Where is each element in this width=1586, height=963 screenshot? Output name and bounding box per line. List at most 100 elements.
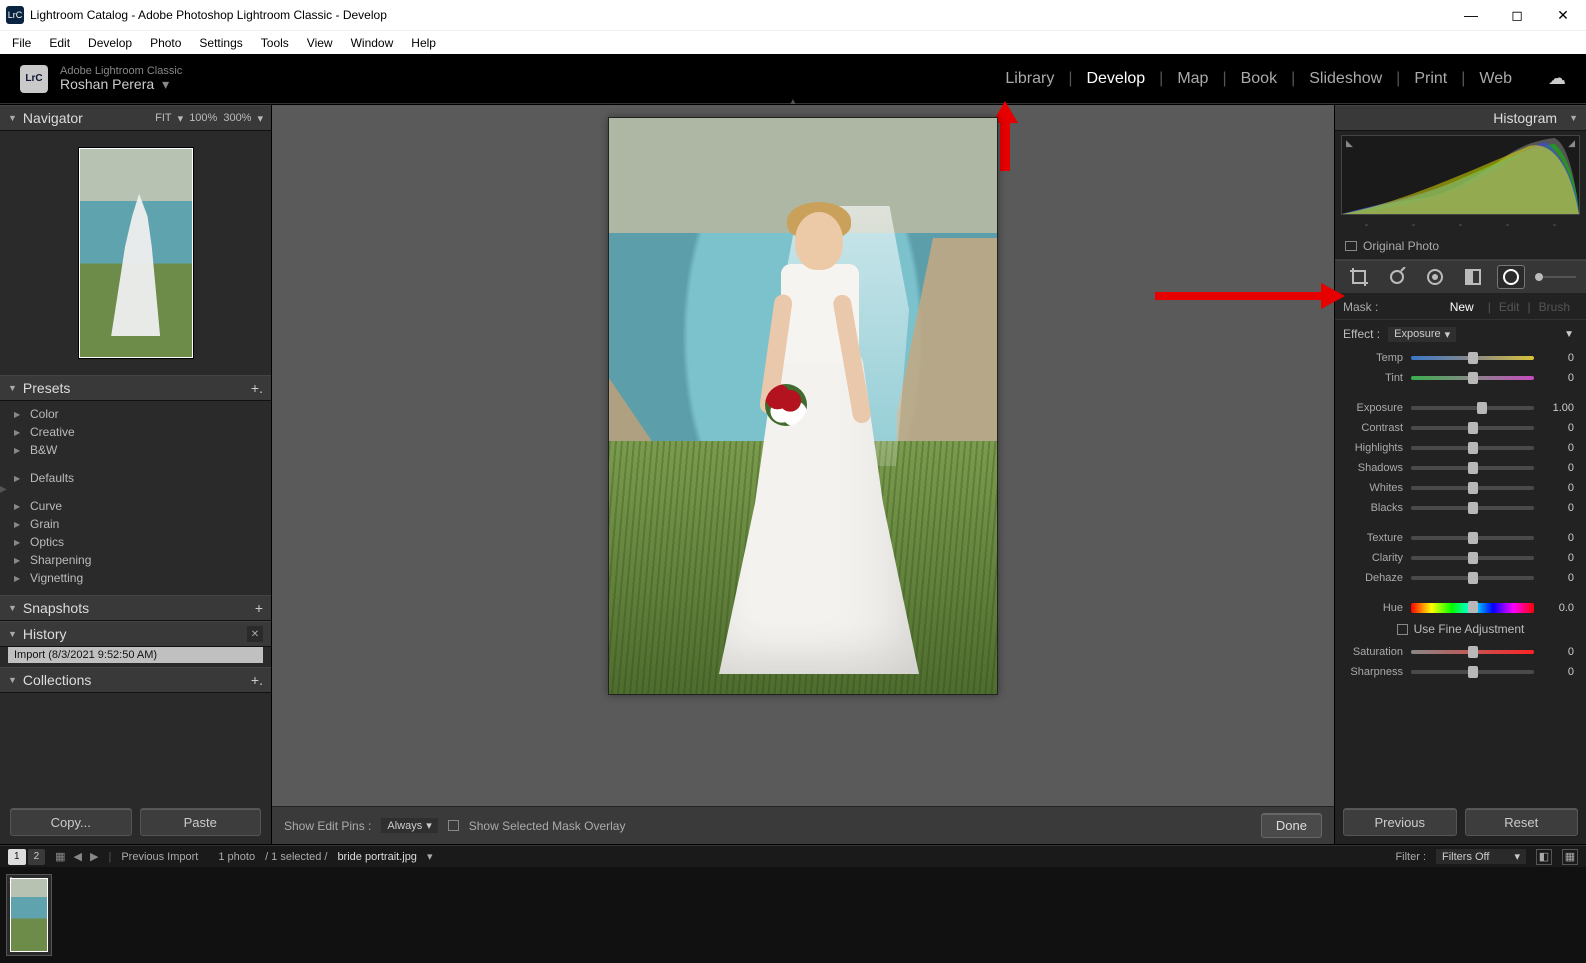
nav-slideshow[interactable]: Slideshow (1295, 66, 1396, 92)
clear-history-icon[interactable]: ✕ (247, 626, 263, 642)
menu-settings[interactable]: Settings (191, 34, 250, 52)
done-button[interactable]: Done (1261, 813, 1322, 838)
source-crumb[interactable]: Previous Import (121, 851, 198, 863)
preset-group[interactable]: ▶Grain (14, 515, 263, 533)
left-panel-grip-icon[interactable]: ▶ (0, 475, 7, 505)
slider-clarity[interactable]: Clarity0 (1335, 548, 1586, 568)
thumb-size-icon[interactable]: ▦ (1562, 849, 1578, 865)
previous-button[interactable]: Previous (1343, 808, 1457, 836)
paste-button[interactable]: Paste (140, 808, 262, 836)
original-photo-checkbox[interactable] (1345, 241, 1357, 251)
menu-tools[interactable]: Tools (253, 34, 297, 52)
nav-web[interactable]: Web (1465, 66, 1526, 92)
chevron-down-icon[interactable]: ▾ (257, 112, 263, 125)
snapshots-header[interactable]: ▼ Snapshots + (0, 595, 271, 621)
navigator-zoom-300[interactable]: 300% (223, 112, 251, 124)
brush-tool-icon[interactable] (1535, 265, 1576, 289)
nav-library[interactable]: Library (991, 66, 1068, 92)
filter-lock-icon[interactable]: ◧ (1536, 849, 1552, 865)
chevron-down-icon[interactable]: ▾ (427, 850, 433, 863)
menu-window[interactable]: Window (343, 34, 402, 52)
navigator-fit[interactable]: FIT (155, 112, 172, 124)
slider-exposure[interactable]: Exposure1.00 (1335, 398, 1586, 418)
preset-group[interactable]: ▶Curve (14, 497, 263, 515)
window-maximize-button[interactable]: ◻ (1494, 0, 1540, 30)
filmstrip[interactable]: 1 (0, 867, 1586, 963)
identity-menu-chevron-icon[interactable]: ▾ (162, 77, 169, 92)
collections-header[interactable]: ▼ Collections +. (0, 667, 271, 693)
heal-tool-icon[interactable] (1383, 265, 1411, 289)
slider-blacks[interactable]: Blacks0 (1335, 498, 1586, 518)
histogram-plot[interactable]: ◣ ◢ (1341, 135, 1580, 215)
file-crumb[interactable]: bride portrait.jpg (337, 851, 417, 863)
copy-button[interactable]: Copy... (10, 808, 132, 836)
center-canvas[interactable]: Show Edit Pins : Always▾ Show Selected M… (272, 105, 1334, 844)
history-item[interactable]: Import (8/3/2021 9:52:50 AM) (8, 647, 263, 663)
filter-select[interactable]: Filters Off▾ (1436, 849, 1526, 864)
mask-overlay-checkbox[interactable] (448, 820, 459, 831)
slider-highlights[interactable]: Highlights0 (1335, 438, 1586, 458)
menu-photo[interactable]: Photo (142, 34, 189, 52)
redeye-tool-icon[interactable] (1421, 265, 1449, 289)
reset-button[interactable]: Reset (1465, 808, 1579, 836)
effect-select[interactable]: Exposure▾ (1388, 327, 1456, 342)
panel-collapse-icon[interactable]: ▼ (1564, 329, 1574, 340)
slider-saturation[interactable]: Saturation0 (1335, 642, 1586, 662)
preset-group[interactable]: ▶Defaults (14, 469, 263, 487)
original-photo-row[interactable]: Original Photo (1335, 233, 1586, 260)
prev-photo-icon[interactable]: ◀ (74, 850, 82, 863)
menu-develop[interactable]: Develop (80, 34, 140, 52)
window-close-button[interactable]: ✕ (1540, 0, 1586, 30)
secondary-display-toggle[interactable]: 1 2 (8, 849, 45, 865)
slider-texture[interactable]: Texture0 (1335, 528, 1586, 548)
preset-group[interactable]: ▶Sharpening (14, 551, 263, 569)
next-photo-icon[interactable]: ▶ (90, 850, 98, 863)
add-preset-icon[interactable]: +. (251, 380, 263, 396)
histogram-header[interactable]: Histogram ▼ (1335, 105, 1586, 131)
presets-header[interactable]: ▼ Presets +. (0, 375, 271, 401)
slider-temp[interactable]: Temp0 (1335, 348, 1586, 368)
mask-brush[interactable]: Brush (1539, 300, 1570, 314)
preset-group[interactable]: ▶B&W (14, 441, 263, 459)
preset-group[interactable]: ▶Vignetting (14, 569, 263, 587)
radial-filter-tool-icon[interactable] (1497, 265, 1525, 289)
nav-book[interactable]: Book (1227, 66, 1291, 92)
add-snapshot-icon[interactable]: + (255, 600, 263, 616)
cloud-sync-icon[interactable]: ☁ (1548, 68, 1566, 89)
fine-adjust-checkbox[interactable] (1397, 624, 1408, 635)
history-header[interactable]: ▼ History ✕ (0, 621, 271, 647)
gradient-tool-icon[interactable] (1459, 265, 1487, 289)
clip-highlight-icon[interactable]: ◢ (1568, 138, 1575, 149)
navigator-header[interactable]: ▼ Navigator FIT ▾ 100% 300% ▾ (0, 105, 271, 131)
clip-shadow-icon[interactable]: ◣ (1346, 138, 1353, 149)
slider-dehaze[interactable]: Dehaze0 (1335, 568, 1586, 588)
slider-sharpness[interactable]: Sharpness0 (1335, 662, 1586, 682)
add-collection-icon[interactable]: +. (251, 672, 263, 688)
mask-new[interactable]: New (1450, 300, 1474, 314)
menu-view[interactable]: View (299, 34, 341, 52)
nav-map[interactable]: Map (1163, 66, 1222, 92)
nav-develop[interactable]: Develop (1072, 66, 1159, 92)
nav-print[interactable]: Print (1400, 66, 1461, 92)
slider-hue[interactable]: Hue 0.0 (1335, 598, 1586, 618)
filmstrip-thumbnail[interactable]: 1 (6, 874, 52, 956)
navigator-zoom-100[interactable]: 100% (189, 112, 217, 124)
chevron-down-icon[interactable]: ▾ (178, 112, 184, 125)
preset-group[interactable]: ▶Creative (14, 423, 263, 441)
fine-adjust-row[interactable]: Use Fine Adjustment (1335, 618, 1586, 642)
menu-help[interactable]: Help (403, 34, 444, 52)
slider-tint[interactable]: Tint0 (1335, 368, 1586, 388)
menu-edit[interactable]: Edit (41, 34, 78, 52)
slider-whites[interactable]: Whites0 (1335, 478, 1586, 498)
preset-group[interactable]: ▶Color (14, 405, 263, 423)
edit-pins-select[interactable]: Always▾ (381, 818, 437, 833)
crop-tool-icon[interactable] (1345, 265, 1373, 289)
slider-shadows[interactable]: Shadows0 (1335, 458, 1586, 478)
slider-contrast[interactable]: Contrast0 (1335, 418, 1586, 438)
grid-view-icon[interactable]: ▦ (55, 850, 65, 863)
navigator-preview[interactable] (0, 131, 271, 375)
preset-group[interactable]: ▶Optics (14, 533, 263, 551)
menu-file[interactable]: File (4, 34, 39, 52)
window-minimize-button[interactable]: — (1448, 0, 1494, 30)
mask-edit[interactable]: Edit (1499, 300, 1520, 314)
